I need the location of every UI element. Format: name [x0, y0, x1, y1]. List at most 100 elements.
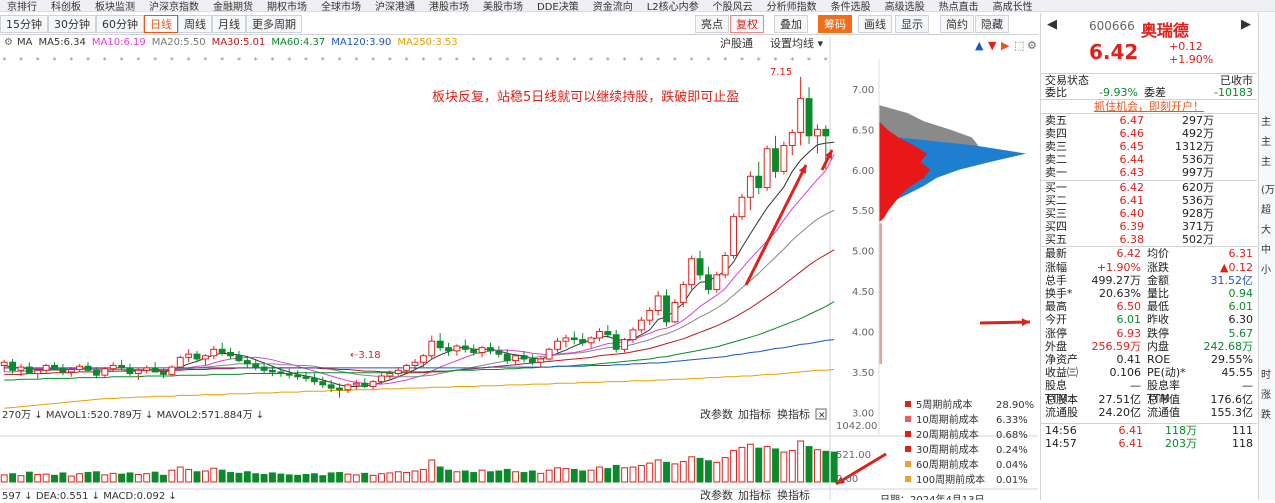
candle[interactable] — [285, 368, 293, 379]
far-right-item[interactable]: 涨 — [1259, 386, 1275, 406]
ask-row[interactable]: 卖四 6.46 492万 — [1041, 127, 1257, 140]
candle[interactable] — [487, 342, 494, 355]
candle[interactable] — [562, 334, 570, 348]
candle[interactable] — [646, 307, 654, 326]
top-menu-item[interactable]: 沪深港通 — [368, 2, 422, 11]
ask-row[interactable]: 卖三 6.45 1312万 — [1041, 140, 1257, 153]
top-menu-item[interactable]: 热点直击 — [932, 2, 986, 11]
next-stock-icon[interactable]: ▶ — [1241, 17, 1251, 32]
top-menu-item[interactable]: 科创板 — [44, 2, 88, 11]
candle[interactable] — [738, 194, 746, 220]
toolbar-icon[interactable]: ▼ — [988, 39, 997, 52]
candle[interactable] — [587, 336, 595, 348]
liangdian-button[interactable]: 亮点 — [695, 15, 729, 33]
change-params-link[interactable]: 改参数 — [700, 407, 733, 421]
far-right-item[interactable]: 主 — [1259, 113, 1275, 133]
candle[interactable] — [109, 362, 117, 372]
tab-period[interactable]: 更多周期 — [246, 15, 302, 33]
tab-period[interactable]: 30分钟 — [48, 15, 96, 33]
candle[interactable] — [235, 350, 243, 363]
tab-period[interactable]: 60分钟 — [96, 15, 144, 33]
toolbar-icon[interactable]: ▶ — [1001, 39, 1010, 52]
candle[interactable] — [537, 357, 545, 368]
add-indicator-link[interactable]: 加指标 — [738, 407, 771, 421]
toolbar-icon[interactable]: ⚙ — [1027, 39, 1037, 52]
candle[interactable] — [25, 362, 33, 375]
candle[interactable] — [59, 363, 67, 376]
candle[interactable] — [227, 347, 234, 359]
top-menu-item[interactable]: 美股市场 — [476, 2, 530, 11]
far-right-item[interactable]: 主 — [1259, 133, 1275, 153]
candle[interactable] — [797, 76, 805, 146]
far-right-item[interactable]: 跌 — [1259, 406, 1275, 426]
candle[interactable] — [679, 281, 687, 308]
far-right-item[interactable]: 超 — [1259, 201, 1275, 221]
tab-period[interactable]: 周线 — [178, 15, 212, 33]
candle[interactable] — [419, 354, 427, 368]
far-right-item[interactable]: 大 — [1259, 221, 1275, 241]
far-right-item[interactable]: 主 — [1259, 153, 1275, 173]
bid-row[interactable]: 买二 6.41 536万 — [1041, 194, 1257, 207]
candle[interactable] — [780, 141, 788, 175]
candle[interactable] — [176, 355, 184, 368]
candle[interactable] — [126, 363, 134, 376]
candle[interactable] — [763, 145, 771, 191]
bid-row[interactable]: 买一 6.42 620万 — [1041, 181, 1257, 194]
change-params-link[interactable]: 改参数 — [700, 488, 733, 502]
bid-row[interactable]: 买三 6.40 928万 — [1041, 207, 1257, 220]
candle[interactable] — [352, 380, 360, 390]
candle[interactable] — [453, 344, 461, 356]
candle[interactable] — [520, 350, 528, 363]
candle[interactable] — [394, 367, 402, 377]
candle[interactable] — [554, 337, 561, 353]
candle[interactable] — [713, 271, 721, 293]
tab-period[interactable]: 15分钟 — [0, 15, 48, 33]
candle[interactable] — [319, 376, 327, 389]
candle[interactable] — [813, 124, 821, 154]
candle[interactable] — [84, 362, 92, 372]
toolbar-icon[interactable]: ▲ — [975, 39, 984, 52]
tab-period[interactable]: 日线 — [144, 15, 178, 33]
yincang-button[interactable]: 隐藏 — [975, 15, 1009, 33]
candle[interactable] — [596, 328, 603, 342]
toolbar-icon[interactable]: ⬚ — [1014, 39, 1024, 52]
candle[interactable] — [654, 291, 662, 316]
far-right-item[interactable]: 小 — [1259, 261, 1275, 281]
far-right-item[interactable]: (万 — [1259, 181, 1275, 201]
candle[interactable] — [688, 255, 696, 290]
candle[interactable] — [118, 359, 125, 371]
candle[interactable] — [721, 252, 729, 279]
candle[interactable] — [361, 378, 369, 389]
open-account-banner[interactable]: 抓住机会，即刻开户！ — [1041, 99, 1257, 113]
top-menu-item[interactable]: 期权市场 — [260, 2, 314, 11]
candle[interactable] — [663, 289, 670, 327]
candle[interactable] — [461, 339, 469, 353]
top-menu-item[interactable]: 个股风云 — [706, 2, 760, 11]
candle[interactable] — [201, 354, 209, 366]
top-menu-item[interactable]: 沪深京指数 — [142, 2, 206, 11]
candle[interactable] — [604, 325, 612, 338]
candle[interactable] — [42, 363, 50, 374]
top-menu-item[interactable]: 金融期货 — [206, 2, 260, 11]
bid-row[interactable]: 买五 6.38 502万 — [1041, 233, 1257, 246]
candle[interactable] — [294, 370, 302, 381]
candle[interactable] — [428, 335, 436, 359]
top-menu-item[interactable]: 高成长性 — [986, 2, 1040, 11]
candle[interactable] — [621, 337, 629, 353]
candle[interactable] — [185, 349, 193, 363]
candle[interactable] — [696, 250, 704, 280]
candle[interactable] — [51, 362, 58, 371]
candle[interactable] — [445, 342, 452, 356]
candle[interactable] — [746, 171, 754, 211]
candle[interactable] — [210, 346, 218, 359]
candle[interactable] — [503, 349, 511, 364]
far-right-item[interactable]: 中 — [1259, 241, 1275, 261]
bid-row[interactable]: 买四 6.39 371万 — [1041, 220, 1257, 233]
jianyue-button[interactable]: 简约 — [940, 15, 974, 33]
top-menu-item[interactable]: DDE决策 — [530, 2, 586, 11]
candle[interactable] — [772, 135, 779, 178]
ask-row[interactable]: 卖一 6.43 997万 — [1041, 166, 1257, 179]
top-menu-item[interactable]: 京排行 — [0, 2, 44, 11]
fuquan-button[interactable]: 复权 — [730, 15, 764, 33]
banner-text[interactable]: 抓住机会，即刻开户！ — [1094, 100, 1204, 113]
